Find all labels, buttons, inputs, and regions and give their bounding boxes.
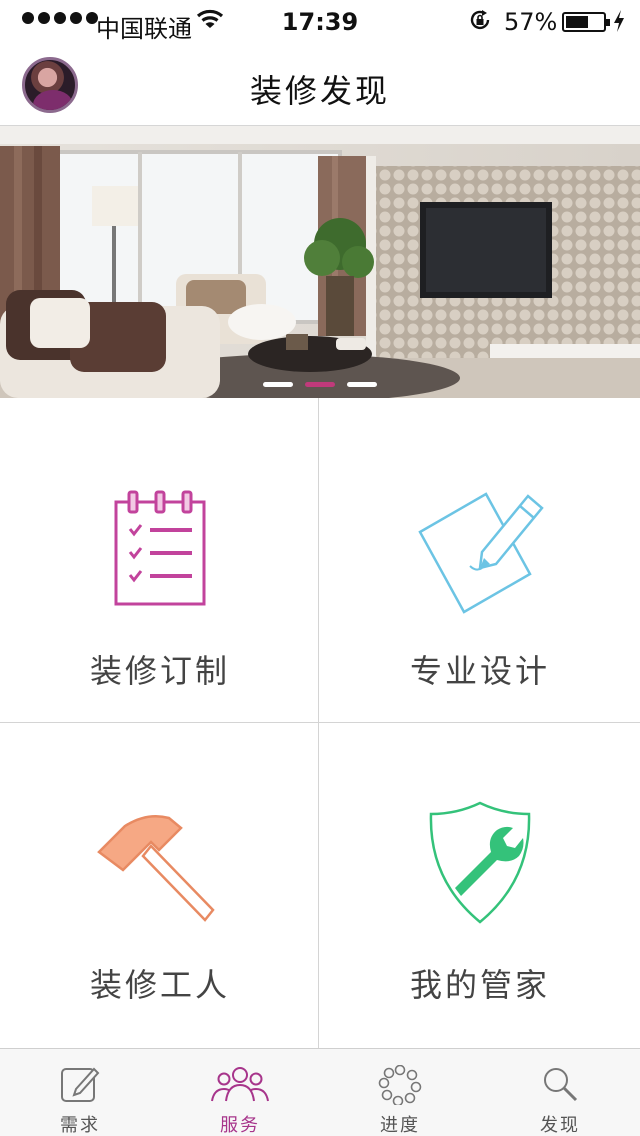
service-grid: 装修订制 专业设计 装修工人 我的管家: [0, 398, 640, 1050]
page-dot[interactable]: [347, 382, 377, 387]
tab-label: 进度: [380, 1115, 420, 1136]
status-bar: 中国联通 17:39 57%: [0, 0, 640, 44]
search-icon: [480, 1065, 640, 1103]
grid-divider-horizontal: [0, 722, 640, 723]
page-title: 装修发现: [249, 72, 390, 110]
service-workers[interactable]: 装修工人: [0, 724, 320, 1050]
compose-icon: [0, 1065, 160, 1103]
people-icon: [160, 1065, 320, 1103]
checklist-icon: [0, 486, 320, 606]
tab-label: 发现: [540, 1115, 580, 1136]
service-label: 装修订制: [89, 652, 230, 690]
service-housekeeper[interactable]: 我的管家: [320, 724, 640, 1050]
charging-bolt-icon: [612, 9, 626, 39]
rotation-lock-icon: [468, 8, 492, 38]
service-custom-decoration[interactable]: 装修订制: [0, 398, 320, 724]
battery-percent: 57%: [504, 8, 558, 36]
page-dot-active[interactable]: [305, 382, 335, 387]
page-dot[interactable]: [263, 382, 293, 387]
pencil-paper-icon: [320, 478, 640, 618]
nav-bar: 装修发现: [0, 44, 640, 126]
living-room-photo: [0, 126, 640, 398]
battery-icon: [562, 12, 610, 32]
screen: 中国联通 17:39 57% 装修发现 装修订制 专业设计 装修工人 我的管家 …: [0, 0, 640, 1136]
hammer-icon: [0, 806, 320, 926]
tab-bar: 需求 服务 进度 发现: [0, 1048, 640, 1136]
service-label: 专业设计: [409, 652, 550, 690]
service-label: 装修工人: [89, 966, 230, 1004]
tab-requirements[interactable]: 需求: [0, 1049, 160, 1136]
service-label: 我的管家: [409, 966, 550, 1004]
tab-label: 服务: [220, 1115, 260, 1136]
progress-ring-icon: [320, 1065, 480, 1105]
tab-label: 需求: [60, 1115, 100, 1136]
tab-services[interactable]: 服务: [160, 1049, 320, 1136]
shield-wrench-icon: [320, 800, 640, 926]
banner-carousel[interactable]: [0, 126, 640, 398]
service-professional-design[interactable]: 专业设计: [320, 398, 640, 724]
tab-discover[interactable]: 发现: [480, 1049, 640, 1136]
carousel-page-indicator[interactable]: [0, 382, 640, 388]
tab-progress[interactable]: 进度: [320, 1049, 480, 1136]
grid-divider-vertical: [318, 398, 319, 1050]
